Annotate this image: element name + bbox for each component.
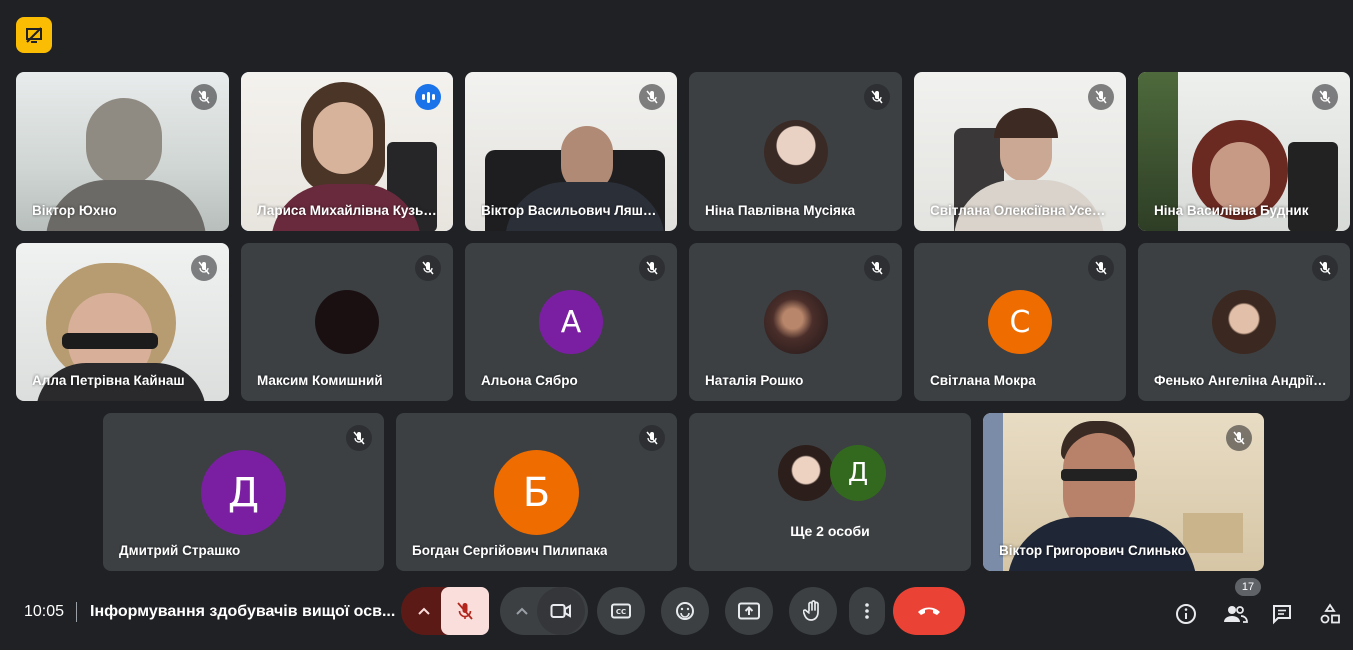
participant-tile[interactable]: Д Дмитрий Страшко bbox=[103, 413, 384, 571]
participant-name: Лариса Михайлівна Кузьмич bbox=[257, 203, 437, 218]
participant-name: Алла Петрівна Кайнаш bbox=[32, 373, 185, 388]
mic-off-icon bbox=[1088, 84, 1114, 110]
participant-name: Дмитрий Страшко bbox=[119, 543, 241, 558]
mic-off-icon bbox=[457, 602, 473, 620]
participant-name: Ніна Василівна Будник bbox=[1154, 203, 1309, 218]
people-button[interactable] bbox=[1222, 602, 1248, 626]
activities-icon bbox=[1320, 603, 1340, 624]
participant-tile[interactable]: Наталія Рошко bbox=[689, 243, 902, 401]
mic-off-icon bbox=[1226, 425, 1252, 451]
raise-hand-button[interactable] bbox=[789, 587, 837, 635]
end-call-icon bbox=[918, 607, 940, 615]
avatar bbox=[778, 445, 834, 501]
avatar bbox=[315, 290, 379, 354]
participant-name: Світлана Олексіївна Усенко bbox=[930, 203, 1110, 218]
avatar bbox=[764, 120, 828, 184]
divider bbox=[76, 602, 77, 622]
meeting-details-button[interactable] bbox=[1174, 602, 1198, 626]
mic-off-icon bbox=[864, 84, 890, 110]
participant-tile[interactable]: Фенько Ангеліна Андріївна bbox=[1138, 243, 1350, 401]
more-participants-tile[interactable]: Д Ще 2 особи bbox=[689, 413, 971, 571]
present-now-button[interactable] bbox=[725, 587, 773, 635]
participant-name: Світлана Мокра bbox=[930, 373, 1036, 388]
chat-button[interactable] bbox=[1270, 602, 1294, 626]
chevron-up-icon bbox=[418, 607, 430, 615]
more-participants-label: Ще 2 особи bbox=[790, 523, 870, 539]
avatar: С bbox=[988, 290, 1052, 354]
avatar: Б bbox=[494, 450, 579, 535]
participant-name: Наталія Рошко bbox=[705, 373, 804, 388]
participant-tile[interactable]: Алла Петрівна Кайнаш bbox=[16, 243, 229, 401]
participant-name: Ніна Павлівна Мусіяка bbox=[705, 203, 856, 218]
mic-off-icon bbox=[1312, 255, 1338, 281]
mic-off-icon bbox=[639, 425, 665, 451]
present-screen-icon bbox=[738, 602, 760, 620]
participant-tile[interactable]: Б Богдан Сергійович Пилипака bbox=[396, 413, 677, 571]
chat-icon bbox=[1273, 605, 1291, 625]
raise-hand-icon bbox=[803, 600, 819, 621]
svg-text:CC: CC bbox=[616, 608, 626, 616]
emoji-icon bbox=[676, 602, 694, 620]
avatar: А bbox=[539, 290, 603, 354]
leave-call-button[interactable] bbox=[893, 587, 965, 635]
mic-off-icon bbox=[191, 255, 217, 281]
camera-toggle-button[interactable] bbox=[537, 587, 585, 635]
participant-name: Віктор Васильович Ляшенко bbox=[481, 203, 661, 218]
captions-icon: CC bbox=[611, 603, 631, 619]
mic-off-icon bbox=[1088, 255, 1114, 281]
presentation-off-icon[interactable] bbox=[16, 17, 52, 53]
more-options-button[interactable] bbox=[849, 587, 885, 635]
mic-off-icon bbox=[639, 84, 665, 110]
meeting-clock: 10:05 bbox=[24, 603, 65, 620]
audio-level-icon bbox=[415, 84, 441, 110]
mic-off-icon bbox=[864, 255, 890, 281]
avatar: Д bbox=[830, 445, 886, 501]
meeting-title: Інформування здобувачів вищої осв... bbox=[90, 603, 396, 620]
captions-button[interactable]: CC bbox=[597, 587, 645, 635]
meeting-controls-bar: 10:05 Інформування здобувачів вищої осв.… bbox=[0, 578, 1353, 650]
avatar: Д bbox=[201, 450, 286, 535]
info-icon bbox=[1176, 604, 1196, 624]
mic-off-icon bbox=[1312, 84, 1338, 110]
mic-off-icon bbox=[639, 255, 665, 281]
participant-name: Віктор Григорович Слинько bbox=[999, 543, 1186, 558]
participant-tile[interactable]: Ніна Василівна Будник bbox=[1138, 72, 1350, 231]
participant-name: Максим Комишний bbox=[257, 373, 383, 388]
participant-tile[interactable]: Ніна Павлівна Мусіяка bbox=[689, 72, 902, 231]
more-options-icon bbox=[865, 603, 869, 619]
participant-name: Фенько Ангеліна Андріївна bbox=[1154, 373, 1334, 388]
participant-name: Богдан Сергійович Пилипака bbox=[412, 543, 608, 558]
activities-button[interactable] bbox=[1318, 602, 1342, 626]
participant-tile[interactable]: Віктор Григорович Слинько bbox=[983, 413, 1264, 571]
participant-tile[interactable]: А Альона Сябро bbox=[465, 243, 677, 401]
participant-tile[interactable]: Віктор Васильович Ляшенко bbox=[465, 72, 677, 231]
participant-name: Віктор Юхно bbox=[32, 203, 117, 218]
microphone-toggle-button[interactable] bbox=[441, 587, 489, 635]
chevron-up-icon bbox=[516, 607, 528, 615]
camera-icon bbox=[550, 604, 571, 618]
participant-tile-active-speaker[interactable]: Лариса Михайлівна Кузьмич bbox=[241, 72, 453, 231]
people-icon bbox=[1224, 606, 1248, 623]
participant-tile[interactable]: Віктор Юхно bbox=[16, 72, 229, 231]
participant-tile[interactable]: Максим Комишний bbox=[241, 243, 453, 401]
avatar bbox=[1212, 290, 1276, 354]
participant-count-badge: 17 bbox=[1235, 578, 1261, 596]
participant-tile[interactable]: Світлана Олексіївна Усенко bbox=[914, 72, 1126, 231]
reactions-button[interactable] bbox=[661, 587, 709, 635]
avatar bbox=[764, 290, 828, 354]
mic-off-icon bbox=[191, 84, 217, 110]
participant-tile[interactable]: С Світлана Мокра bbox=[914, 243, 1126, 401]
mic-off-icon bbox=[346, 425, 372, 451]
participant-name: Альона Сябро bbox=[481, 373, 578, 388]
mic-off-icon bbox=[415, 255, 441, 281]
